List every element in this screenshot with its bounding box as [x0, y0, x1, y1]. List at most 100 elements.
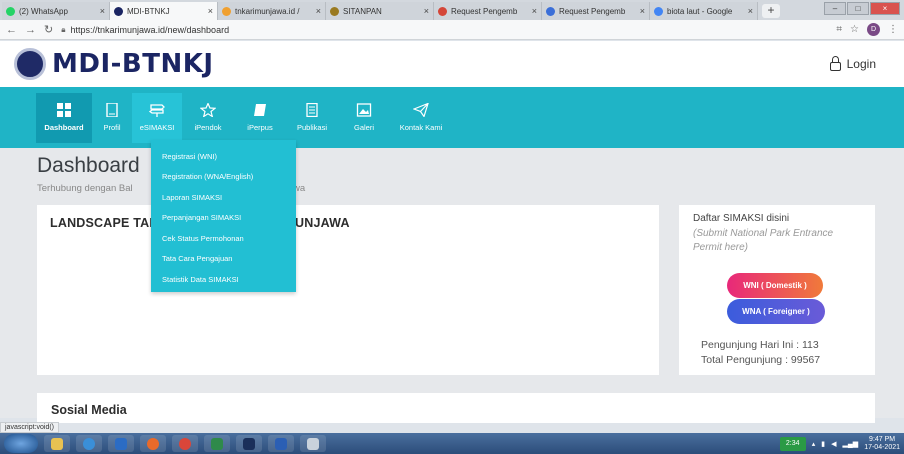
word-icon[interactable] — [268, 435, 294, 452]
more-menu-icon[interactable]: ⋮ — [888, 24, 898, 35]
translate-icon[interactable]: ⌗ — [836, 24, 842, 35]
signal-icon[interactable]: ▂▄▆ — [842, 440, 858, 448]
page-title: Dashboard — [37, 154, 140, 177]
landscape-card: LANDSCAPE TAN UNJAWA — [37, 205, 659, 375]
close-icon[interactable]: × — [100, 6, 105, 16]
dropdown-item-registrasi-wni[interactable]: Registrasi (WNI) — [151, 146, 296, 167]
whatsapp-icon — [6, 6, 15, 16]
close-icon[interactable]: × — [640, 6, 645, 16]
tray-clock[interactable]: 9:47 PM 17-04-2021 — [864, 436, 900, 452]
social-media-title: Sosial Media — [51, 403, 127, 417]
nav-dashboard[interactable]: Dashboard — [36, 92, 92, 143]
close-icon[interactable]: × — [424, 6, 429, 16]
forward-arrow-icon[interactable]: → — [25, 24, 36, 36]
signpost-icon — [149, 104, 165, 117]
nav-publikasi[interactable]: Publikasi — [286, 93, 338, 143]
nav-label: eSIMAKSI — [139, 123, 175, 132]
nav-galeri[interactable]: Galeri — [338, 93, 390, 143]
volume-icon[interactable]: ◀ — [831, 440, 836, 448]
address-bar: ← → ↻ 🔒︎ https://tnkarimunjawa.id/new/da… — [0, 20, 904, 40]
browser-tab[interactable]: Request Pengemb × — [542, 2, 650, 20]
main-nav: Dashboard Profil eSIMAKSI iPendok iPerpu… — [0, 87, 904, 148]
login-link[interactable]: Login — [829, 55, 876, 71]
nav-label: Profil — [103, 123, 121, 132]
lock-icon: 🔒︎ — [61, 24, 66, 34]
google-icon — [654, 6, 663, 16]
os-taskbar: 2:34 ▴ ▮ ◀ ▂▄▆ 9:47 PM 17-04-2021 — [0, 433, 904, 454]
network-icon[interactable]: ▮ — [821, 440, 825, 448]
dropdown-item-laporan[interactable]: Laporan SIMAKSI — [151, 187, 296, 208]
nav-ipendok[interactable]: iPendok — [182, 93, 234, 143]
url-text: https://tnkarimunjawa.id/new/dashboard — [70, 24, 230, 35]
start-button[interactable] — [4, 434, 38, 453]
back-arrow-icon[interactable]: ← — [6, 24, 17, 36]
profile-avatar[interactable]: D — [867, 23, 880, 36]
site-header: MDI-BTNKJ Login — [0, 41, 904, 87]
dropdown-item-tata-cara[interactable]: Tata Cara Pengajuan — [151, 249, 296, 270]
nav-esimaksi[interactable]: eSIMAKSI — [132, 92, 182, 143]
dropdown-item-registration-wna[interactable]: Registration (WNA/English) — [151, 167, 296, 188]
file-explorer-icon[interactable] — [44, 435, 70, 452]
new-tab-button[interactable]: + — [762, 4, 780, 18]
gmail-icon — [438, 6, 447, 16]
tab-label: tnkarimunjawa.id / — [235, 6, 300, 16]
minimize-button[interactable]: – — [824, 2, 846, 15]
visitors-total: Total Pengunjung : 99567 — [701, 354, 821, 366]
url-field[interactable]: 🔒︎ https://tnkarimunjawa.id/new/dashboar… — [61, 22, 828, 38]
logo-emblem-icon — [14, 48, 46, 80]
tab-label: SITANPAN — [343, 6, 382, 16]
excel-icon[interactable] — [204, 435, 230, 452]
login-label: Login — [846, 57, 876, 71]
close-icon[interactable]: × — [532, 6, 537, 16]
photoshop-icon[interactable] — [236, 435, 262, 452]
esimaksi-dropdown: Registrasi (WNI) Registration (WNA/Engli… — [151, 140, 296, 292]
browser-tab[interactable]: Request Pengemb × — [434, 2, 542, 20]
browser-tab[interactable]: SITANPAN × — [326, 2, 434, 20]
nav-iperpus[interactable]: iPerpus — [234, 93, 286, 143]
bookmark-star-icon[interactable]: ☆ — [850, 24, 859, 35]
chrome-icon[interactable] — [172, 435, 198, 452]
wna-foreigner-button[interactable]: WNA ( Foreigner ) — [727, 299, 825, 324]
tray-badge[interactable]: 2:34 — [779, 436, 806, 451]
browser-tab[interactable]: (2) WhatsApp × — [2, 2, 110, 20]
system-tray: 2:34 ▴ ▮ ◀ ▂▄▆ 9:47 PM 17-04-2021 — [779, 433, 900, 454]
site-favicon-icon — [222, 6, 231, 16]
site-logo[interactable]: MDI-BTNKJ — [52, 49, 214, 79]
clock-time: 9:47 PM — [869, 435, 896, 443]
close-icon[interactable]: × — [748, 6, 753, 16]
tab-label: Request Pengemb — [451, 6, 518, 16]
internet-explorer-icon[interactable] — [76, 435, 102, 452]
browser-tab-active[interactable]: MDI-BTNKJ × — [110, 2, 218, 20]
dropdown-item-perpanjangan[interactable]: Perpanjangan SIMAKSI — [151, 208, 296, 229]
page-content: Dashboard Terhubung dengan Bal wa LANDSC… — [0, 148, 904, 423]
clock-date: 17-04-2021 — [864, 443, 900, 451]
social-media-card: Sosial Media — [37, 393, 875, 423]
tab-label: (2) WhatsApp — [19, 6, 68, 16]
close-icon[interactable]: × — [208, 6, 213, 16]
nav-kontak-kami[interactable]: Kontak Kami — [390, 93, 452, 143]
grid-icon — [57, 103, 71, 117]
tab-label: MDI-BTNKJ — [127, 6, 170, 16]
browser-tab[interactable]: biota laut - Google × — [650, 2, 758, 20]
firefox-icon[interactable] — [140, 435, 166, 452]
window-close-button[interactable]: × — [870, 2, 900, 15]
landscape-card-title: LANDSCAPE TAN — [50, 216, 159, 230]
newspaper-icon — [306, 103, 318, 117]
close-icon[interactable]: × — [316, 6, 321, 16]
document-icon — [106, 103, 118, 117]
dropdown-item-statistik[interactable]: Statistik Data SIMAKSI — [151, 269, 296, 290]
dropdown-item-cek-status[interactable]: Cek Status Permohonan — [151, 228, 296, 249]
nav-label: iPerpus — [247, 123, 273, 132]
padlock-icon — [829, 55, 841, 71]
reload-icon[interactable]: ↻ — [44, 23, 53, 36]
nav-profil[interactable]: Profil — [92, 93, 132, 143]
star-icon — [200, 103, 216, 117]
wni-domestik-button[interactable]: WNI ( Domestik ) — [727, 273, 823, 298]
search-tool-icon[interactable] — [300, 435, 326, 452]
media-player-icon[interactable] — [108, 435, 134, 452]
browser-tab[interactable]: tnkarimunjawa.id / × — [218, 2, 326, 20]
maximize-button[interactable]: □ — [847, 2, 869, 15]
nav-label: Publikasi — [296, 123, 327, 132]
tray-arrow-icon[interactable]: ▴ — [812, 440, 816, 448]
tab-label: Request Pengemb — [559, 6, 626, 16]
